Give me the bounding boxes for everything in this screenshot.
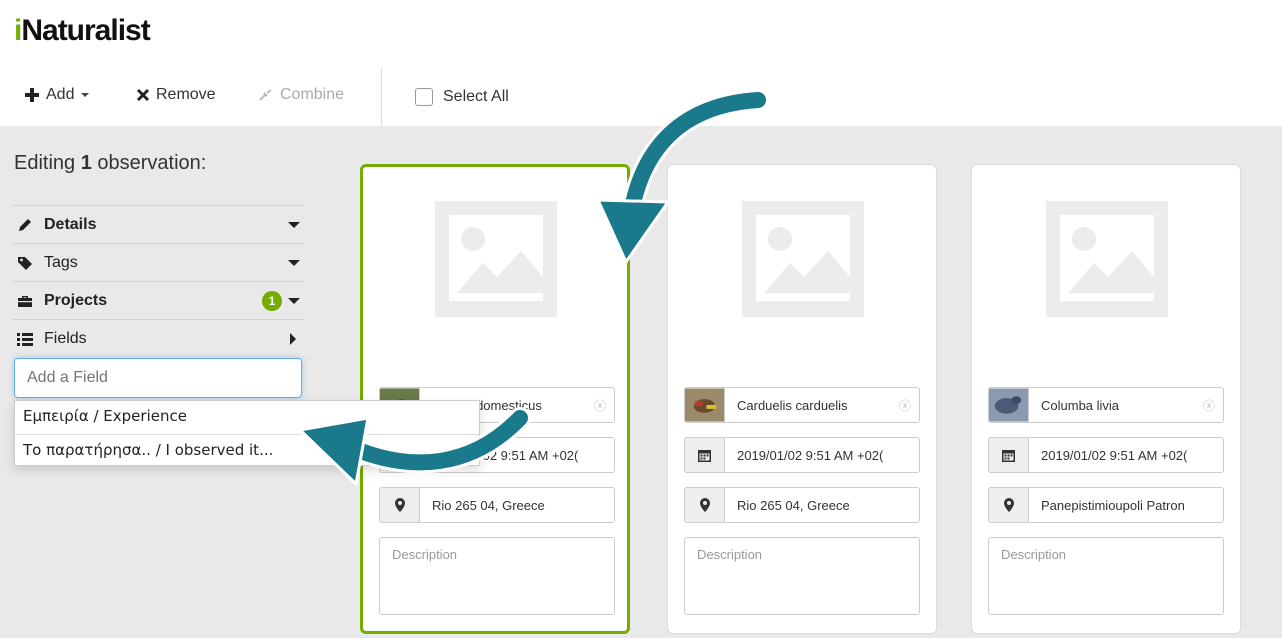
editing-title-prefix: Editing [14,152,81,174]
clear-icon[interactable]: ⓧ [1195,388,1223,422]
sidebar-item-label: Projects [44,291,108,309]
image-placeholder-icon [1046,201,1168,317]
description-placeholder: Description [1001,547,1067,562]
logo-text: Naturalist [21,14,150,47]
close-icon [136,88,150,102]
field-option-observed-it[interactable]: Το παρατήρησα.. / I observed it... [15,434,479,467]
editing-title-suffix: observation: [91,152,207,174]
place-name: Panepistimioupoli Patron [1041,497,1185,513]
sidebar-item-tags[interactable]: Tags [12,243,304,281]
select-all-checkbox[interactable] [415,88,433,106]
sidebar-item-fields[interactable]: Fields [12,319,304,357]
clear-icon[interactable]: ⓧ [586,388,614,422]
select-all-label: Select All [443,88,509,105]
combine-icon [259,89,272,101]
editing-title: Editing 1 observation: [14,152,206,175]
list-icon [12,332,38,346]
remove-button[interactable]: Remove [136,86,216,104]
description-placeholder: Description [697,547,763,562]
sidebar-item-label: Fields [44,329,87,347]
place-name: Rio 265 04, Greece [737,497,850,513]
observed-date: 2019/01/02 9:51 AM +02( [1041,447,1188,463]
clear-icon[interactable]: ⓧ [891,388,919,422]
caret-right-icon [290,332,296,345]
editing-count: 1 [80,152,92,174]
species-name: Columba livia [1041,397,1120,413]
add-button-label: Add [46,86,75,103]
place-name: Rio 265 04, Greece [432,497,545,513]
location-field[interactable]: Rio 265 04, Greece [684,487,920,523]
tag-icon [12,255,38,271]
field-option-experience[interactable]: Εμπειρία / Experience [15,401,479,434]
project-count-badge: 1 [262,290,282,311]
combine-button-label: Combine [280,86,345,103]
description-textarea[interactable]: Description [684,537,920,615]
date-field[interactable]: 2019/01/02 9:51 AM +02( [988,437,1224,473]
image-placeholder-icon [435,201,557,317]
caret-down-icon [288,297,300,304]
plus-icon [25,88,39,102]
map-marker-icon [380,488,420,522]
add-field-input[interactable] [14,358,302,398]
sidebar-item-projects[interactable]: Projects 1 [12,281,304,319]
image-placeholder-icon [742,201,864,317]
inaturalist-logo[interactable]: iNaturalist [14,14,151,48]
species-name: Carduelis carduelis [737,397,848,413]
remove-button-label: Remove [156,86,216,103]
toolbar: Add Remove Combine Select All [0,68,1282,126]
select-all-control[interactable]: Select All [415,88,509,106]
caret-down-icon [288,259,300,266]
map-marker-icon [685,488,725,522]
observation-card[interactable]: Carduelis carduelis ⓧ 2019/01/02 9:51 AM… [667,164,937,634]
combine-button[interactable]: Combine [258,86,344,104]
species-field[interactable]: Columba livia ⓧ [988,387,1224,423]
calendar-icon [989,438,1029,472]
description-textarea[interactable]: Description [379,537,615,615]
toolbar-divider [381,68,382,126]
observed-date: 2019/01/02 9:51 AM +02( [737,447,884,463]
sidebar-item-label: Details [44,215,97,233]
location-field[interactable]: Panepistimioupoli Patron [988,487,1224,523]
field-suggestions-dropdown: Εμπειρία / Experience Το παρατήρησα.. / … [14,400,480,466]
location-field[interactable]: Rio 265 04, Greece [379,487,615,523]
calendar-icon [685,438,725,472]
species-photo-thumbnail [989,388,1029,422]
briefcase-icon [12,293,38,309]
caret-down-icon [288,221,300,228]
species-photo-thumbnail [685,388,725,422]
add-button[interactable]: Add [24,86,90,104]
observation-card[interactable]: Columba livia ⓧ 2019/01/02 9:51 AM +02( … [971,164,1241,634]
description-textarea[interactable]: Description [988,537,1224,615]
sidebar-item-details[interactable]: Details [12,205,304,243]
species-field[interactable]: Carduelis carduelis ⓧ [684,387,920,423]
chevron-down-icon [81,93,90,97]
pencil-icon [12,217,38,233]
date-field[interactable]: 2019/01/02 9:51 AM +02( [684,437,920,473]
map-marker-icon [989,488,1029,522]
description-placeholder: Description [392,547,458,562]
observation-card[interactable]: Passer domesticus ⓧ 2019/01/02 9:51 AM +… [360,164,630,634]
sidebar-item-label: Tags [44,253,78,271]
